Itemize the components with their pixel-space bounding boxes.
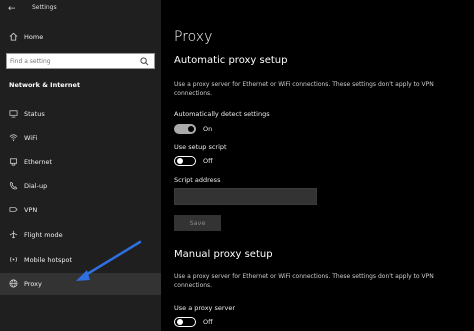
toggle-knob (188, 126, 194, 132)
use-proxy-server-state: Off (203, 318, 213, 326)
automatic-proxy-heading: Automatic proxy setup (174, 55, 288, 66)
sidebar-item-label: Ethernet (24, 158, 52, 166)
toggle-knob (177, 158, 183, 164)
dialup-icon (10, 181, 18, 190)
back-arrow-icon[interactable]: ← (8, 4, 18, 14)
status-icon (9, 110, 18, 118)
sidebar-item-dialup[interactable]: Dial-up (0, 175, 161, 197)
manual-proxy-heading: Manual proxy setup (174, 249, 273, 260)
setup-script-state: Off (203, 157, 213, 165)
home-label: Home (24, 33, 44, 41)
sidebar-item-wifi[interactable]: WiFi (0, 127, 161, 149)
sidebar-item-vpn[interactable]: VPN (0, 199, 161, 221)
auto-detect-state: On (203, 125, 213, 133)
use-proxy-server-label: Use a proxy server (174, 304, 236, 312)
wifi-icon (9, 134, 18, 142)
home-nav-item[interactable]: Home (0, 29, 161, 45)
settings-search-box[interactable] (6, 53, 155, 69)
sidebar-item-status[interactable]: Status (0, 103, 161, 125)
sidebar-item-mobile-hotspot[interactable]: Mobile hotspot (0, 249, 161, 271)
title-bar: ← Settings (0, 0, 161, 20)
hotspot-icon (9, 257, 18, 262)
sidebar-item-ethernet[interactable]: Ethernet (0, 151, 161, 173)
auto-detect-label: Automatically detect settings (174, 110, 270, 118)
setup-script-toggle[interactable] (174, 156, 196, 166)
sidebar-item-flight-mode[interactable]: Flight mode (0, 224, 161, 246)
sidebar-item-label: Flight mode (24, 231, 63, 239)
save-button[interactable]: Save (174, 215, 221, 231)
setup-script-label: Use setup script (174, 143, 227, 151)
ethernet-icon (9, 158, 18, 166)
automatic-proxy-description: Use a proxy server for Ethernet or WiFi … (174, 81, 434, 97)
page-title: Proxy (174, 29, 213, 45)
sidebar-item-label: VPN (24, 206, 38, 214)
sidebar-item-label: Status (24, 110, 45, 118)
proxy-settings-pane: Proxy Automatic proxy setup Use a proxy … (161, 0, 474, 331)
toggle-knob (177, 319, 183, 325)
sidebar: ← Settings Home Network & Internet Statu… (0, 0, 161, 331)
section-heading: Network & Internet (9, 81, 81, 89)
window-title: Settings (32, 4, 57, 11)
manual-proxy-description: Use a proxy server for Ethernet or WiFi … (174, 273, 434, 289)
search-icon[interactable] (140, 57, 149, 66)
use-proxy-server-toggle[interactable] (174, 317, 196, 327)
airplane-icon (9, 230, 18, 239)
sidebar-item-label: WiFi (24, 134, 38, 142)
sidebar-item-label: Mobile hotspot (24, 256, 73, 264)
script-address-input[interactable] (174, 188, 317, 205)
vpn-icon (9, 207, 18, 212)
script-address-label: Script address (174, 176, 221, 184)
home-icon (9, 32, 18, 41)
sidebar-item-label: Dial-up (24, 182, 48, 190)
sidebar-item-label: Proxy (24, 280, 42, 288)
globe-icon (9, 279, 18, 288)
settings-search-input[interactable] (10, 56, 136, 67)
sidebar-item-proxy[interactable]: Proxy (0, 273, 161, 295)
auto-detect-toggle[interactable] (174, 124, 196, 134)
